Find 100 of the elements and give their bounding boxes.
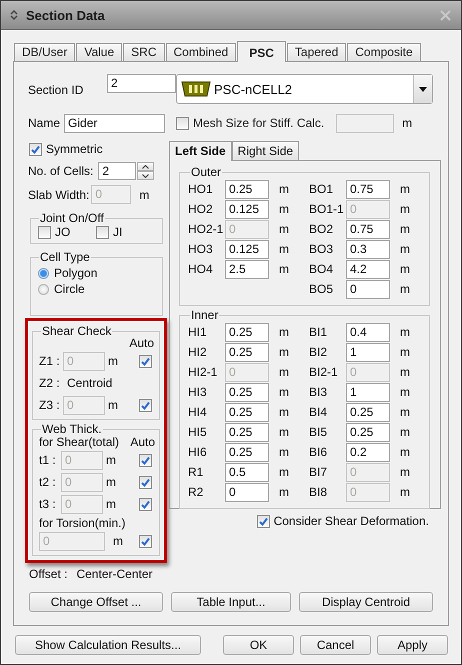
unit-label: m [400, 445, 411, 459]
field-label: Z2 : [39, 376, 61, 390]
field-label: Z1 : [39, 354, 61, 368]
field-label: BI3 [309, 385, 328, 399]
field-label: for Torsion(min.) [39, 516, 126, 530]
field-label: HI3 [188, 385, 208, 399]
input-field[interactable]: 2 [107, 74, 176, 93]
unit-label: m [106, 453, 117, 467]
group-title: Cell Type [39, 250, 91, 264]
dropdown-arrow-icon [419, 86, 427, 92]
input-field[interactable]: 0.25 [225, 342, 269, 362]
radio-label: Circle [54, 282, 85, 296]
tab[interactable]: Value [76, 43, 122, 61]
field-label: Z3 : [39, 398, 61, 412]
input-field[interactable]: 0.2 [346, 442, 390, 462]
unit-label: m [279, 445, 290, 459]
unit-label: m [108, 354, 119, 368]
spin-down-button[interactable] [137, 171, 154, 180]
input-field[interactable]: 0.25 [225, 322, 269, 342]
group-title: Web Thick. [41, 422, 103, 436]
column-header: Auto [129, 336, 154, 350]
dialog-button[interactable]: Apply [377, 635, 448, 655]
input-field[interactable] [336, 114, 394, 132]
dialog-button[interactable]: Show Calculation Results... [15, 635, 201, 655]
input-field[interactable]: 0 [225, 482, 269, 502]
field-label: t3 : [39, 497, 57, 511]
field-label: HO1 [188, 182, 214, 196]
field-label: HI6 [188, 445, 208, 459]
field-label: BO1-1 [309, 202, 345, 216]
input-field[interactable]: 0.75 [346, 180, 390, 198]
input-field[interactable]: 0.75 [346, 220, 390, 238]
input-field[interactable]: 0.25 [225, 442, 269, 462]
tab[interactable]: Combined [166, 43, 236, 61]
field-label: BI2-1 [309, 365, 339, 379]
input-field[interactable]: 0.25 [346, 402, 390, 422]
radio-button[interactable] [38, 284, 49, 294]
panel-button[interactable]: Display Centroid [299, 592, 433, 612]
unit-label: m [400, 385, 411, 399]
input-field[interactable]: 1 [346, 382, 390, 402]
dialog-button[interactable]: OK [223, 635, 294, 655]
group-title: Shear Check [41, 324, 112, 338]
input-field[interactable]: 1 [346, 342, 390, 362]
input-field[interactable]: 2.5 [225, 260, 269, 278]
checkbox[interactable] [256, 514, 270, 528]
unit-label: m [279, 202, 290, 216]
field-label: HO2 [188, 202, 214, 216]
input-field[interactable]: 2 [98, 162, 136, 180]
checkbox[interactable] [29, 142, 42, 156]
radio-label: Polygon [54, 266, 98, 280]
input-field[interactable]: 0.25 [225, 382, 269, 402]
group-title: Inner [190, 308, 220, 322]
panel-button[interactable]: Table Input... [171, 592, 291, 612]
input-field[interactable]: 0.4 [346, 322, 390, 342]
tab[interactable]: Right Side [232, 141, 300, 160]
unit-label: m [279, 222, 290, 236]
checkbox[interactable] [176, 116, 189, 130]
input-field[interactable]: 0.125 [225, 200, 269, 218]
field-label: BO2 [309, 222, 334, 236]
input-field[interactable]: 0.125 [225, 240, 269, 258]
unit-label: m [400, 242, 411, 256]
field-label: HI4 [188, 405, 208, 419]
section-type-dropdown[interactable]: PSC-nCELL2 [176, 74, 433, 104]
spin-up-button[interactable] [137, 162, 154, 171]
checkbox-label: JO [55, 225, 70, 239]
checkbox[interactable] [38, 226, 51, 238]
unit-label: m [279, 365, 290, 379]
tab[interactable]: PSC [237, 41, 286, 62]
input-field[interactable]: 0.25 [225, 422, 269, 442]
field-label: BO4 [309, 262, 334, 276]
tab[interactable]: Tapered [286, 43, 346, 61]
radio-button[interactable] [38, 268, 49, 278]
input-field[interactable]: 0.25 [346, 422, 390, 442]
tab[interactable]: SRC [123, 43, 164, 61]
checkbox-label: Mesh Size for Stiff. Calc. [193, 116, 324, 130]
panel-button[interactable]: Change Offset ... [29, 592, 163, 612]
tab[interactable]: Composite [347, 43, 421, 61]
input-field[interactable]: 0.25 [225, 402, 269, 422]
tab[interactable]: Left Side [169, 141, 232, 161]
field-label: HO4 [188, 262, 214, 276]
checkbox[interactable] [96, 226, 109, 238]
input-field[interactable]: Gider [64, 114, 166, 132]
unit-label: m [400, 405, 411, 419]
field-label: BI7 [309, 465, 328, 479]
field-label: BO1 [309, 182, 334, 196]
input-field[interactable]: 0 [346, 280, 390, 298]
input-field[interactable]: 4.2 [346, 260, 390, 278]
tab[interactable]: DB/User [14, 43, 76, 61]
unit-label: m [279, 182, 290, 196]
field-label: BI8 [309, 485, 328, 499]
input-field[interactable]: 0.5 [225, 462, 269, 482]
field-label: HO3 [188, 242, 214, 256]
unit-label: m [113, 534, 123, 548]
input-field[interactable]: 0.3 [346, 240, 390, 258]
input-field[interactable]: 0.25 [225, 180, 269, 198]
chevron-icon[interactable] [10, 10, 18, 20]
field-label: Offset : [29, 567, 68, 581]
dialog-button[interactable]: Cancel [300, 635, 371, 655]
field-label: HI1 [188, 325, 208, 339]
field-label: BI4 [309, 405, 328, 419]
unit-label: m [279, 465, 290, 479]
